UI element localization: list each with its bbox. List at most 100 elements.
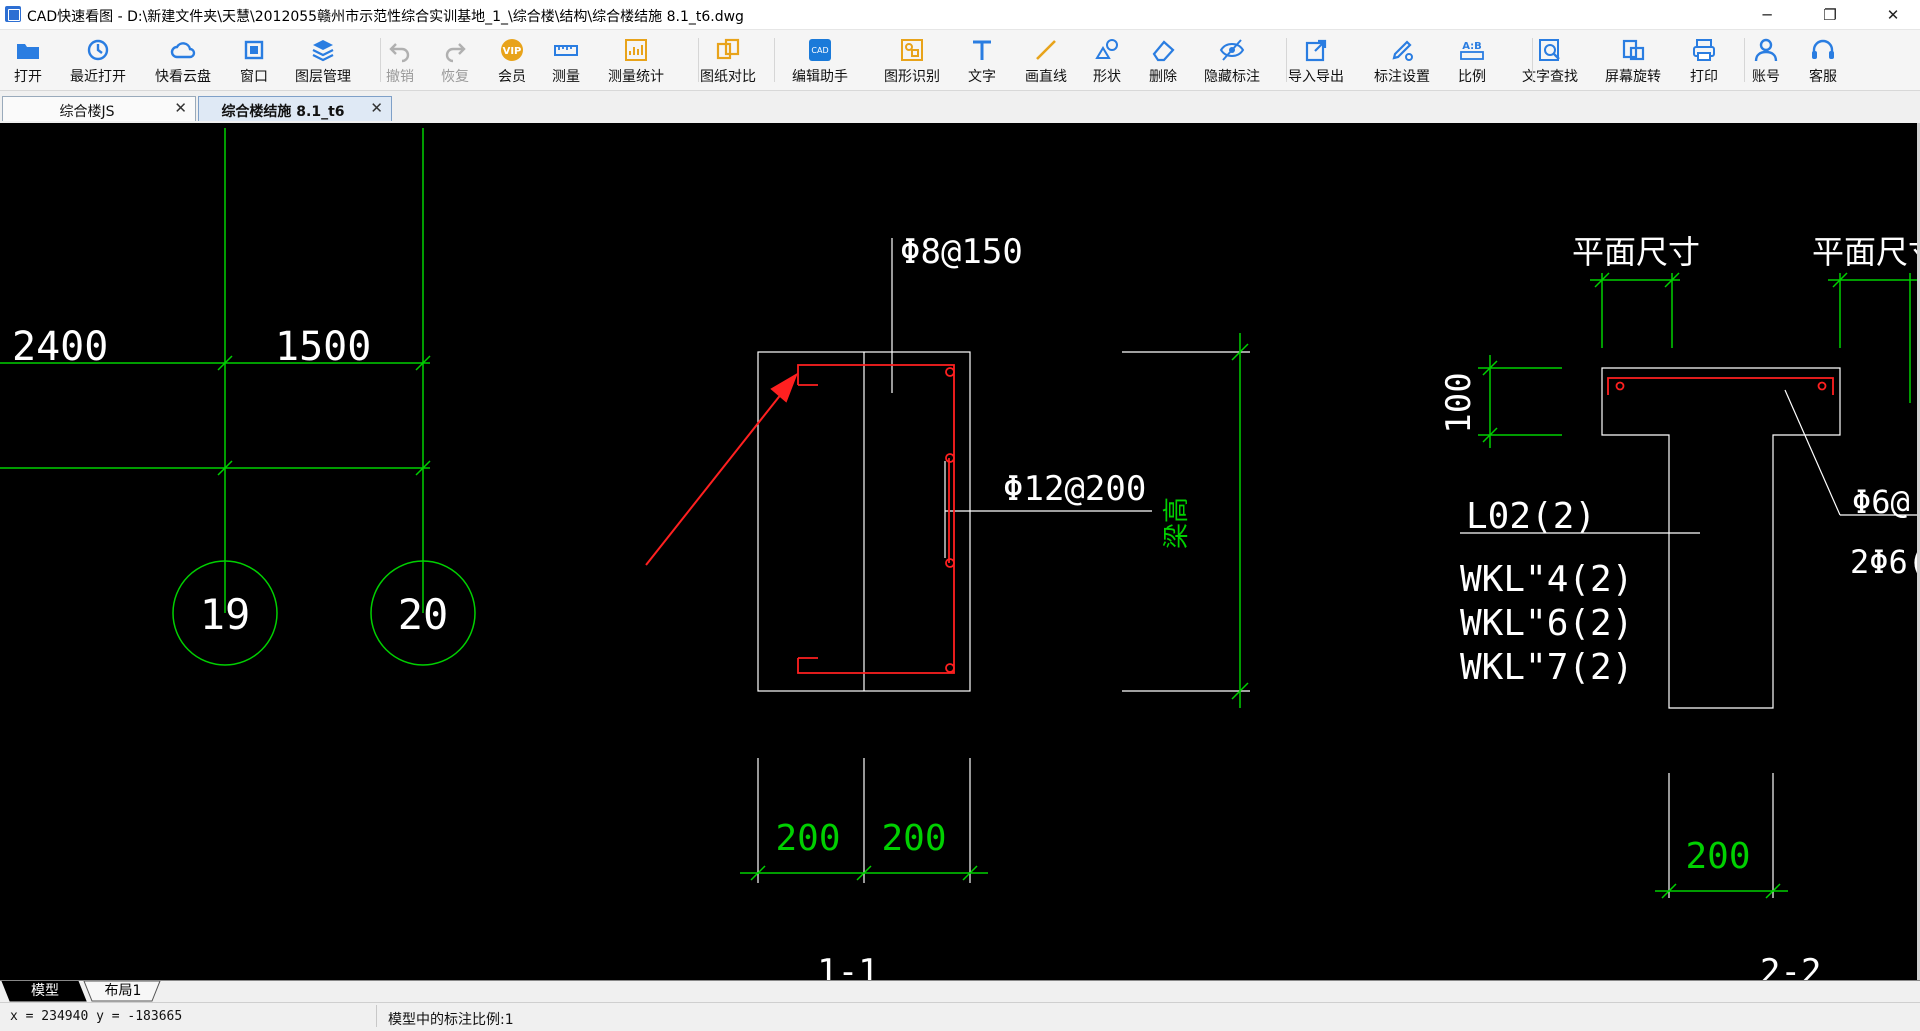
- pen-settings-icon: [1392, 40, 1413, 61]
- dimension-text: 2400: [12, 324, 108, 370]
- toolbar-print-button[interactable]: 打印: [1670, 32, 1738, 88]
- toolbar-button-label: 形状: [1093, 69, 1121, 85]
- open-folder-icon: [17, 44, 39, 59]
- toolbar-layers-button[interactable]: 图层管理: [289, 32, 357, 88]
- t-beam-rebar: [1607, 377, 1834, 395]
- tab-close-icon[interactable]: ✕: [370, 99, 383, 117]
- printer-icon: [1693, 39, 1715, 61]
- toolbar-scale-button[interactable]: A:B 比例: [1438, 32, 1506, 88]
- toolbar-line-button[interactable]: 画直线: [1012, 32, 1080, 88]
- redo-icon: [445, 43, 466, 63]
- toolbar-recent-button[interactable]: 最近打开: [64, 32, 132, 88]
- section-mark: 1-1: [817, 952, 878, 980]
- beam-ref-label: WKL"6(2): [1460, 603, 1633, 644]
- toolbar-cloud-button[interactable]: 快看云盘: [149, 32, 217, 88]
- export-icon: [1305, 39, 1327, 62]
- drawing-canvas[interactable]: 2400 1500 19 20 Φ8@150 Φ12@200 梁高 200 20…: [0, 123, 1920, 980]
- toolbar-button-label: 打印: [1690, 69, 1718, 85]
- toolbar-button-label: 会员: [498, 69, 526, 85]
- ruler-icon: [554, 45, 578, 56]
- tab-close-icon[interactable]: ✕: [174, 99, 187, 117]
- toolbar-button-label: 图形识别: [884, 69, 940, 85]
- toolbar-measure_stats-button[interactable]: 测量统计: [602, 32, 670, 88]
- toolbar-compare-button[interactable]: 图纸对比: [694, 32, 762, 88]
- user-icon: [1754, 38, 1778, 62]
- section-1-dims: [740, 333, 1249, 881]
- section-mark-partial: 2-2: [1760, 952, 1821, 980]
- minimize-button[interactable]: ─: [1744, 0, 1790, 29]
- toolbar-button-label: 恢复: [441, 69, 469, 85]
- toolbar-open-button[interactable]: 打开: [0, 32, 62, 88]
- document-tab-bar: 综合楼JS ✕ 综合楼结施 8.1_t6 ✕: [0, 96, 1920, 123]
- toolbar-button-label: 删除: [1149, 69, 1177, 85]
- screen-rotate-icon: [1622, 39, 1645, 61]
- toolbar-rotate-button[interactable]: 屏幕旋转: [1599, 32, 1667, 88]
- layout-tab-layout1[interactable]: 布局1: [90, 981, 156, 1001]
- annotation-scale-text: 模型中的标注比例:1: [388, 1012, 514, 1028]
- tab-zonghelou-jieshi[interactable]: 综合楼结施 8.1_t6 ✕: [198, 96, 392, 121]
- toolbar-separator: [774, 38, 775, 82]
- layout-tab-model[interactable]: 模型: [10, 981, 80, 1001]
- toolbar-separator: [698, 38, 699, 82]
- toolbar-button-label: 测量: [552, 69, 580, 85]
- status-divider: [376, 1005, 377, 1027]
- t-beam-rebar-label: Φ6@: [1852, 483, 1910, 521]
- shapes-icon: [1095, 39, 1118, 59]
- status-bar: x = 234940 y = -183665 模型中的标注比例:1: [0, 1002, 1920, 1031]
- toolbar-button-label: 打开: [14, 69, 42, 85]
- toolbar-measure-button[interactable]: 测量: [532, 32, 600, 88]
- bottom-rebar-label: 2Φ6(: [1850, 543, 1917, 581]
- line-draw-icon: [1036, 40, 1056, 60]
- toolbar-import_export-button[interactable]: 导入导出: [1282, 32, 1350, 88]
- tab-zonghelou-js[interactable]: 综合楼JS ✕: [2, 96, 196, 121]
- shape-recognition-icon: [901, 39, 923, 61]
- close-window-button[interactable]: ✕: [1870, 0, 1916, 29]
- svg-text:CAD: CAD: [811, 46, 828, 55]
- toolbar-shape_recog-button[interactable]: 图形识别: [878, 32, 946, 88]
- side-bar-label: Φ12@200: [1003, 469, 1146, 509]
- beam-ref-label: WKL"4(2): [1460, 559, 1633, 600]
- annotation-arrow[interactable]: [645, 372, 798, 566]
- title-bar: CAD快速看图 - D:\新建文件夹\天慧\2012055赣州市示范性综合实训基…: [0, 0, 1920, 30]
- measure-stats-icon: [625, 39, 647, 61]
- toolbar-button-label: 最近打开: [70, 69, 126, 85]
- vip-badge-icon: VIP: [501, 39, 523, 61]
- toolbar-text-button[interactable]: 文字: [948, 32, 1016, 88]
- toolbar-button-label: 屏幕旋转: [1605, 69, 1661, 85]
- plan-dimension-label: 平面尺寸: [1572, 233, 1700, 271]
- plan-dimension-label: 平面尺寸: [1812, 233, 1917, 271]
- restore-button[interactable]: ❐: [1807, 0, 1853, 29]
- toolbar-text_search-button[interactable]: 文字查找: [1516, 32, 1584, 88]
- toolbar-button-label: 文字查找: [1522, 69, 1578, 85]
- toolbar-button-label: 文字: [968, 69, 996, 85]
- width-dimension-text: 200: [881, 818, 946, 859]
- cad-edit-icon: CAD: [809, 39, 831, 61]
- svg-text:A:B: A:B: [1462, 41, 1482, 52]
- toolbar-button-label: 画直线: [1025, 69, 1067, 85]
- layers-icon: [312, 40, 334, 62]
- axis-label: 19: [200, 590, 251, 639]
- toolbar-button-label: 测量统计: [608, 69, 664, 85]
- cad-drawing[interactable]: 2400 1500 19 20 Φ8@150 Φ12@200 梁高 200 20…: [0, 123, 1917, 980]
- cloud-icon: [170, 42, 196, 59]
- toolbar-button-label: 导入导出: [1288, 69, 1344, 85]
- eraser-icon: [1152, 40, 1175, 62]
- toolbar-separator: [1286, 38, 1287, 82]
- toolbar-button-label: 快看云盘: [155, 69, 211, 85]
- toolbar-button-label: 比例: [1458, 69, 1486, 85]
- toolbar-service-button[interactable]: 客服: [1789, 32, 1857, 88]
- beam-ref-label: L02(2): [1466, 496, 1596, 537]
- toolbar-hide-button[interactable]: 隐藏标注: [1198, 32, 1266, 88]
- toolbar-button-label: 撤销: [386, 69, 414, 85]
- scale-ab-icon: A:B: [1460, 41, 1484, 60]
- toolbar-delete-button[interactable]: 删除: [1129, 32, 1197, 88]
- toolbar-button-label: 客服: [1809, 69, 1837, 85]
- toolbar-button-label: 账号: [1752, 69, 1780, 85]
- window-title: CAD快速看图 - D:\新建文件夹\天慧\2012055赣州市示范性综合实训基…: [27, 9, 744, 25]
- toolbar-annot_settings-button[interactable]: 标注设置: [1368, 32, 1436, 88]
- text-t-icon: [973, 40, 991, 60]
- toolbar-window-button[interactable]: 窗口: [220, 32, 288, 88]
- flange-thickness-text: 100: [1439, 372, 1479, 433]
- toolbar-edit_helper-button[interactable]: CAD 编辑助手: [786, 32, 854, 88]
- toolbar-button-label: 隐藏标注: [1204, 69, 1260, 85]
